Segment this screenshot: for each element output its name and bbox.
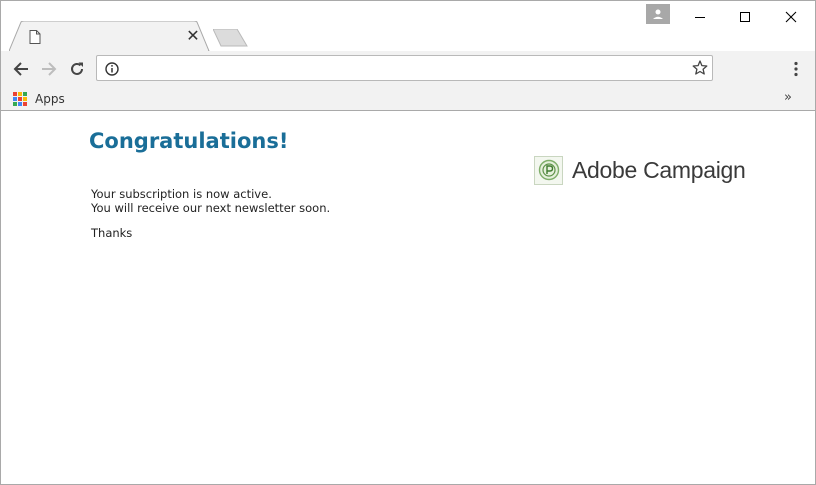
tab-title [49,30,179,44]
browser-tab[interactable]: ✕ [9,21,210,51]
browser-toolbar [1,51,815,87]
apps-grid-dot [13,92,17,96]
brand-name: Adobe Campaign [572,156,746,183]
forward-button[interactable] [37,57,61,81]
apps-grid-dot [13,102,17,106]
apps-grid-dot [23,97,27,101]
close-window-button[interactable] [768,1,814,33]
confirmation-message: Your subscription is now active. You wil… [91,187,330,215]
apps-grid-dot [23,92,27,96]
reload-icon [71,62,83,75]
more-vert-icon [794,61,798,77]
new-tab-button[interactable] [212,28,249,47]
info-icon[interactable] [105,61,119,76]
back-button[interactable] [9,57,33,81]
page-icon [29,30,41,44]
minimize-button[interactable] [677,1,723,33]
apps-grid-dot [18,97,22,101]
browser-window: ✕ Apps » Congratulations! Adobe Campaign… [0,0,816,485]
message-line-1: Your subscription is now active. [91,187,272,201]
maximize-icon [740,12,750,22]
message-line-2: You will receive our next newsletter soo… [91,201,331,215]
browser-menu-button[interactable] [785,57,807,81]
star-icon[interactable] [691,59,709,77]
page-content: Congratulations! Adobe Campaign Your sub… [1,111,815,484]
profile-button[interactable] [646,4,670,24]
brand-logo: Adobe Campaign [534,154,746,186]
minimize-icon [695,17,705,18]
bookmarks-bar: Apps » [1,87,815,111]
url-text[interactable] [127,60,677,76]
apps-shortcut[interactable]: Apps [13,90,65,108]
signoff-text: Thanks [91,226,133,240]
arrow-right-icon [42,62,57,76]
address-bar[interactable] [96,55,713,81]
chevron-double-right-icon[interactable]: » [779,89,797,107]
apps-grid-icon [13,92,27,106]
page-heading: Congratulations! [89,129,289,153]
apps-grid-dot [18,92,22,96]
arrow-left-icon [13,62,28,76]
tab-close-icon[interactable]: ✕ [185,28,201,44]
title-bar: ✕ [1,1,815,51]
apps-grid-dot [18,102,22,106]
apps-grid-dot [13,97,17,101]
close-icon [785,11,797,23]
reload-button[interactable] [65,57,89,81]
apps-grid-dot [23,102,27,106]
apps-label: Apps [35,92,65,106]
person-icon [653,9,663,19]
maximize-button[interactable] [722,1,768,33]
adobe-campaign-logo-icon [534,155,563,185]
